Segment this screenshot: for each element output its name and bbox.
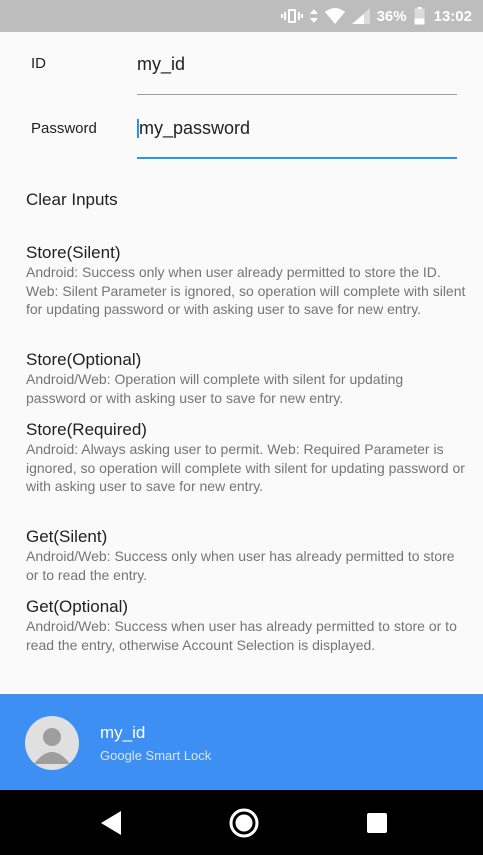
action-description: Android: Success only when user already … [26,264,466,317]
signal-icon [351,8,370,24]
navigation-bar [0,790,483,855]
password-value[interactable]: my_password [139,118,250,139]
store-silent-button[interactable]: Store(Silent) Android: Success only when… [26,243,466,319]
battery-icon [414,7,425,25]
wifi-icon [324,8,345,24]
clear-inputs-button[interactable]: Clear Inputs [26,190,118,210]
status-bar: 36% 13:02 [0,0,483,32]
action-description: Android: Always asking user to permit. W… [26,441,465,494]
id-value[interactable]: my_id [137,54,185,75]
store-required-button[interactable]: Store(Required) Android: Always asking u… [26,420,466,496]
action-description: Android/Web: Success only when user has … [26,548,455,583]
action-title: Get(Silent) [26,527,108,546]
data-arrows-icon [309,8,318,24]
back-button[interactable] [94,806,128,840]
store-optional-button[interactable]: Store(Optional) Android/Web: Operation w… [26,350,466,407]
recents-button[interactable] [360,806,394,840]
home-icon [229,808,259,838]
id-label: ID [31,55,46,72]
action-title: Get(Optional) [26,597,129,616]
action-title: Store(Silent) [26,243,121,262]
back-icon [101,811,121,835]
person-icon [34,728,70,764]
recents-icon [367,813,387,833]
get-optional-button[interactable]: Get(Optional) Android/Web: Success when … [26,597,466,654]
avatar [25,716,79,770]
account-chooser-item[interactable]: my_id Google Smart Lock [0,694,483,790]
get-silent-button[interactable]: Get(Silent) Android/Web: Success only wh… [26,527,466,584]
action-title: Store(Optional) [26,350,142,369]
main-content: ID my_id Password my_password Clear Inpu… [0,32,483,694]
clock: 13:02 [433,7,472,25]
vibrate-icon [280,8,303,24]
action-description: Android/Web: Success when user has alrea… [26,618,457,653]
battery-percent: 36% [376,7,407,25]
account-provider: Google Smart Lock [100,748,212,763]
action-title: Store(Required) [26,420,147,439]
account-name: my_id [100,723,146,742]
action-description: Android/Web: Operation will complete wit… [26,371,404,406]
id-field-underline [137,94,457,95]
password-field-underline [137,157,457,159]
home-button[interactable] [227,806,261,840]
password-label: Password [31,120,97,137]
